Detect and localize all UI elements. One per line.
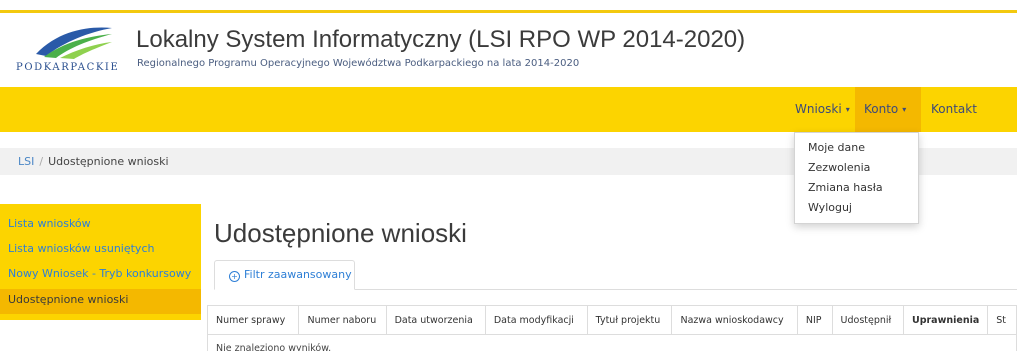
logo-text: PODKARPACKIE	[16, 62, 120, 73]
sidebar-item-udostepnione[interactable]: Udostępnione wnioski	[0, 289, 201, 314]
menu-item-wyloguj[interactable]: Wyloguj	[795, 198, 918, 218]
menu-item-zmiana-hasla[interactable]: Zmiana hasła	[795, 178, 918, 198]
menu-item-zezwolenia[interactable]: Zezwolenia	[795, 158, 918, 178]
tab-advanced-filter[interactable]: + Filtr zaawansowany	[214, 260, 355, 290]
column-header[interactable]: NIP	[796, 305, 833, 335]
results-table: Numer sprawy Numer naboru Data utworzeni…	[207, 305, 1017, 351]
caret-down-icon: ▾	[845, 105, 850, 114]
page-title: Udostępnione wnioski	[214, 218, 467, 248]
empty-results-message: Nie znaleziono wyników.	[207, 334, 1017, 351]
sidebar-item-nowy-wniosek[interactable]: Nowy Wniosek - Tryb konkursowy	[0, 263, 201, 285]
column-header[interactable]: Udostępnił	[831, 305, 904, 335]
podkarpackie-logo[interactable]: PODKARPACKIE	[16, 24, 126, 80]
sidebar-item-lista-usunietych[interactable]: Lista wniosków usuniętych	[0, 238, 201, 260]
tab-advanced-filter-label: Filtr zaawansowany	[244, 268, 352, 281]
sidebar-nav: Lista wniosków Lista wniosków usuniętych…	[0, 204, 201, 320]
breadcrumb-current: Udostępnione wnioski	[48, 155, 169, 168]
site-title: Lokalny System Informatyczny (LSI RPO WP…	[136, 26, 746, 53]
nav-konto[interactable]: Konto ▾	[855, 87, 921, 132]
table-row: Nie znaleziono wyników.	[207, 334, 1017, 351]
nav-wnioski[interactable]: Wnioski ▾	[786, 87, 859, 132]
site-subtitle: Regionalnego Programu Operacyjnego Wojew…	[137, 58, 580, 69]
nav-kontakt-label: Kontakt	[931, 102, 977, 116]
nav-konto-label: Konto	[864, 102, 899, 116]
column-header[interactable]: Tytuł projektu	[586, 305, 673, 335]
menu-item-moje-dane[interactable]: Moje dane	[795, 138, 918, 158]
site-header: PODKARPACKIE Lokalny System Informatyczn…	[0, 18, 1017, 80]
logo-emblem-icon	[36, 27, 112, 59]
account-dropdown-menu: Moje dane Zezwolenia Zmiana hasła Wylogu…	[794, 132, 919, 224]
column-header: Uprawnienia	[902, 305, 989, 335]
results-table-container: Numer sprawy Numer naboru Data utworzeni…	[207, 305, 1017, 351]
column-header[interactable]: St	[987, 305, 1017, 335]
caret-down-icon: ▾	[902, 105, 907, 114]
table-header-row: Numer sprawy Numer naboru Data utworzeni…	[207, 305, 1017, 335]
breadcrumb-home-link[interactable]: LSI	[18, 155, 34, 168]
top-accent-line	[0, 10, 1017, 13]
sidebar-item-lista-wnioskow[interactable]: Lista wniosków	[0, 213, 201, 235]
column-header[interactable]: Nazwa wnioskodawcy	[671, 305, 798, 335]
main-navbar: Wnioski ▾ Konto ▾ Kontakt	[0, 87, 1017, 132]
column-header[interactable]: Data modyfikacji	[484, 305, 588, 335]
column-header[interactable]: Numer sprawy	[207, 305, 300, 335]
nav-kontakt[interactable]: Kontakt	[922, 87, 986, 132]
plus-circle-icon: +	[229, 271, 240, 282]
breadcrumb-separator: /	[39, 155, 44, 168]
nav-wnioski-label: Wnioski	[795, 102, 842, 116]
column-header[interactable]: Data utworzenia	[385, 305, 486, 335]
column-header[interactable]: Numer naboru	[298, 305, 387, 335]
